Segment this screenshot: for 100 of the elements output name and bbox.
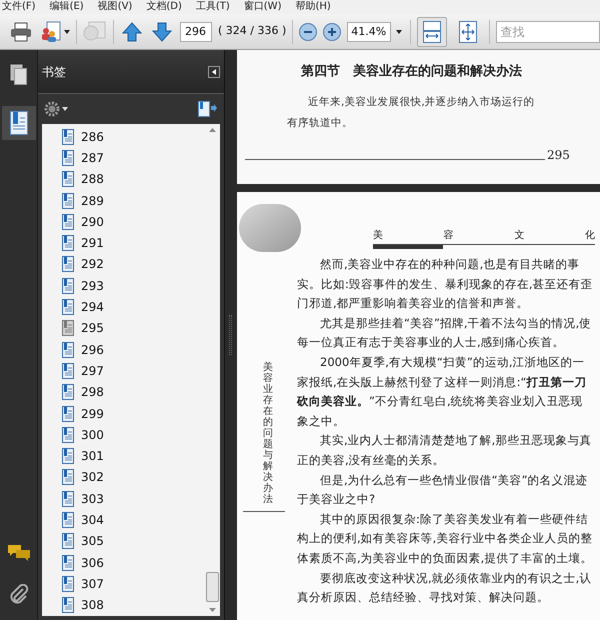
speech-bubbles-icon	[6, 544, 30, 562]
bookmark-item[interactable]: 286	[62, 126, 204, 148]
collapse-button[interactable]	[208, 66, 220, 78]
paragraph: 但是,为什么总有一些色情业假借“美容”的名义混迹于美容业之中?	[297, 472, 589, 508]
bookmark-item[interactable]: 307	[62, 573, 204, 595]
bookmark-item[interactable]: 305	[62, 530, 204, 552]
page-count: ( 324 / 336 )	[218, 23, 286, 40]
rose-photo-placeholder	[239, 204, 301, 252]
bookmark-page-icon	[62, 554, 74, 571]
bookmark-item[interactable]: 293	[62, 275, 204, 296]
bookmark-page-icon	[62, 171, 74, 188]
bookmark-page-icon	[62, 533, 74, 550]
vertical-side-text: 美容业存在的问题与解决办法	[263, 362, 273, 505]
bookmark-page-icon	[62, 406, 74, 422]
share-button[interactable]	[40, 18, 70, 44]
running-header: 文	[514, 228, 524, 243]
bookmark-item[interactable]: 296	[62, 338, 204, 360]
running-header: 容	[444, 228, 454, 243]
paragraph: 其实,业内人士都清清楚楚地了解,那些丑恶现象与真正的美容,没有丝毫的关系。	[297, 432, 592, 469]
menu-item[interactable]: 文件(F)	[2, 1, 36, 13]
bookmark-page-icon	[62, 150, 74, 166]
menu-item[interactable]: 编辑(E)	[50, 1, 84, 13]
disabled-document-icon	[83, 20, 107, 42]
bookmark-icon	[10, 111, 28, 135]
menu-item[interactable]: 视图(V)	[98, 1, 132, 13]
zoom-out-button[interactable]	[299, 22, 318, 40]
bookmark-page-icon	[62, 235, 74, 252]
paragraph: 其中的原因很复杂:除了美容美发业有着一些硬件结构上的便利,如有美容床等,美容行业中各类企业人员的整体素质不高,为美容业中的负面因素,提供了丰富的土壤。	[297, 510, 593, 567]
fit-width-icon	[423, 20, 442, 42]
minus-icon	[304, 30, 312, 32]
menu-item[interactable]: 文档(D)	[146, 1, 182, 13]
paragraph: 然而,美容业中存在的种种问题,也是有目共睹的事实。比如:毁容事件的发生、暴利现象的存在,甚至还有歪门邪道,都严重影响着美容业的信誉和声誉。	[297, 256, 593, 312]
zoom-field[interactable]: 41.4%	[347, 22, 392, 42]
caret-icon	[62, 107, 68, 111]
bookmark-item[interactable]: 288	[62, 168, 204, 190]
running-header: 化	[584, 229, 595, 243]
bookmarks-button[interactable]	[2, 106, 36, 140]
bookmark-page-icon	[62, 278, 74, 294]
down-caret-icon	[208, 608, 216, 612]
bookmark-item[interactable]: 302	[62, 466, 204, 488]
up-arrow-icon	[122, 22, 142, 42]
page-number: 295	[547, 146, 570, 164]
bookmark-page-icon	[62, 320, 74, 336]
left-caret-icon	[212, 68, 216, 74]
bookmark-page-icon	[62, 384, 74, 400]
scrollbar-thumb[interactable]	[206, 572, 218, 602]
bookmark-page-icon	[62, 128, 74, 145]
gear-icon	[44, 101, 60, 117]
pages-icon	[10, 64, 28, 86]
fit-page-icon	[459, 20, 478, 42]
paragraph: 要彻底改变这种状况,就必须依靠业内的有识之士,认真分析原因、总结经验、寻找对策、解决问题。	[297, 570, 592, 606]
zoom-in-button[interactable]	[323, 22, 342, 40]
bookmark-item[interactable]: 297	[62, 360, 204, 382]
printer-icon	[10, 22, 32, 42]
menu-item[interactable]: 工具(T)	[196, 1, 230, 13]
bookmark-item[interactable]: 308	[62, 594, 204, 616]
bookmark-page-icon	[62, 426, 74, 443]
bookmark-item[interactable]: 295	[62, 318, 204, 339]
bookmark-page-icon	[62, 214, 74, 230]
panel-title: 书签	[42, 64, 66, 80]
menu-item[interactable]: 帮助(H)	[295, 1, 331, 13]
bookmark-item[interactable]: 306	[62, 552, 204, 574]
bookmark-item[interactable]: 290	[62, 211, 204, 232]
bookmark-page-icon	[62, 342, 74, 358]
menu-item[interactable]: 窗口(W)	[244, 1, 282, 13]
bookmark-page-icon	[62, 469, 74, 486]
bookmark-item[interactable]: 292	[62, 254, 204, 276]
splitter-handle[interactable]	[228, 315, 232, 355]
up-caret-icon	[208, 128, 216, 132]
bookmark-item[interactable]: 300	[62, 424, 204, 446]
page-number-field[interactable]: 296	[180, 22, 212, 42]
new-bookmark-button[interactable]	[198, 101, 218, 117]
paperclip-icon	[8, 584, 28, 606]
bookmark-item[interactable]: 301	[62, 445, 204, 467]
bookmark-page-icon	[62, 597, 74, 614]
plus-icon	[328, 28, 336, 36]
bookmark-item[interactable]: 294	[62, 296, 204, 318]
fit-width-button[interactable]	[417, 16, 448, 46]
caret-icon	[396, 30, 402, 34]
bookmark-page-icon	[62, 490, 74, 507]
people-document-icon	[40, 20, 62, 42]
bookmark-page-icon	[62, 192, 74, 209]
bookmark-item[interactable]: 289	[62, 190, 204, 212]
options-button[interactable]	[44, 101, 68, 117]
bookmark-arrow-icon	[198, 101, 218, 117]
bookmark-page-icon	[62, 256, 74, 272]
bookmark-item[interactable]: 287	[62, 147, 204, 169]
paragraph: 尤其是那些挂着“美容”招牌,干着不法勾当的情况,使每一位真正有志于美容事业的人士,感到痛心疾首。	[297, 314, 592, 352]
bookmark-item[interactable]: 299	[62, 402, 204, 424]
down-arrow-icon	[152, 22, 172, 42]
paragraph: 2000年夏季,有大规模“扫黄”的运动,江浙地区的一家报纸,在头版上赫然刊登了这样一则消息:“打丑第一刀砍向美容业。”不分青红皂白,统统将美容业划入丑恶现象之中。	[297, 354, 588, 430]
search-field[interactable]: 查找	[496, 20, 600, 42]
bookmark-item[interactable]: 304	[62, 509, 204, 531]
bookmark-item[interactable]: 298	[62, 382, 204, 403]
bookmark-page-icon	[62, 299, 74, 316]
bookmark-item[interactable]: 303	[62, 488, 204, 510]
page-heading: 第四节 美容业存在的问题和解决办法	[301, 62, 523, 81]
bookmark-item[interactable]: 291	[62, 232, 204, 254]
bookmark-page-icon	[62, 448, 74, 464]
caret-icon	[64, 30, 70, 34]
